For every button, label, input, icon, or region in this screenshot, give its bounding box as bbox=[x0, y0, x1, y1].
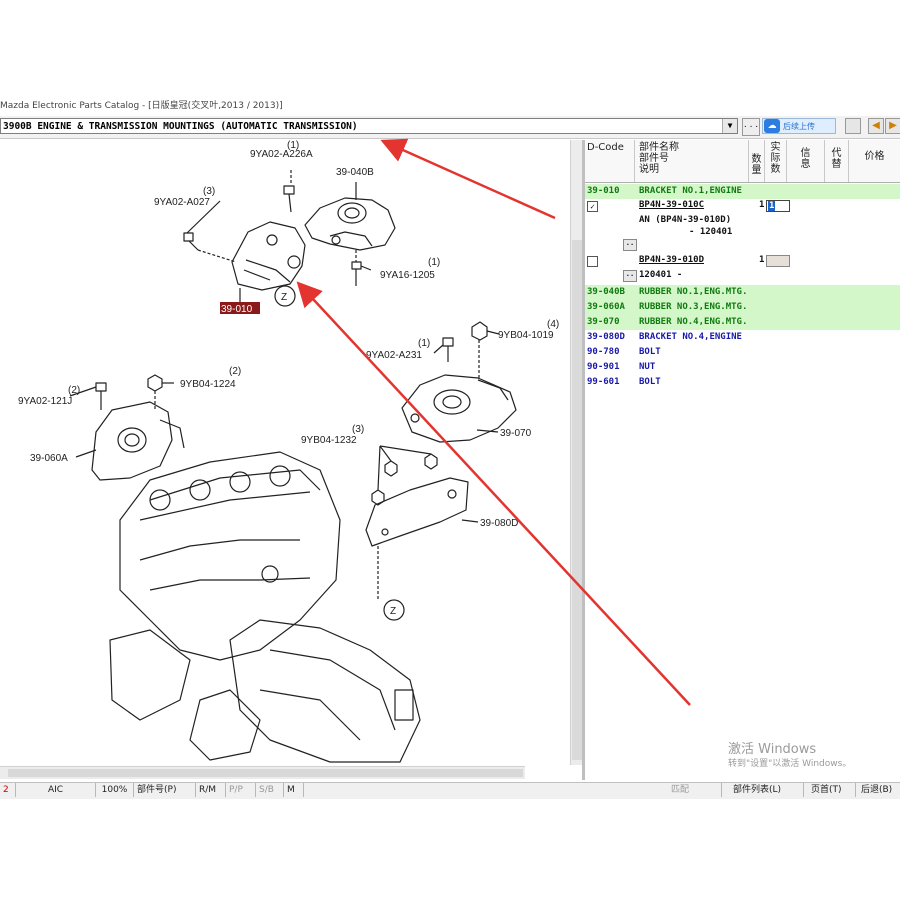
status-back[interactable]: 后退(B) bbox=[858, 783, 900, 797]
arrow-to-bracket bbox=[296, 281, 691, 706]
status-zoom[interactable]: 100% bbox=[96, 783, 134, 797]
status-pp[interactable]: P/P bbox=[226, 783, 256, 797]
status-top[interactable]: 页首(T) bbox=[808, 783, 856, 797]
status-bar: 2 AIC 100% 部件号(P) R/M P/P S/B M 匹配 部件列表(… bbox=[0, 782, 900, 799]
annotation-arrows bbox=[296, 138, 691, 706]
status-rm[interactable]: R/M bbox=[196, 783, 226, 797]
arrow-to-title bbox=[380, 138, 556, 220]
status-m[interactable]: M bbox=[284, 783, 304, 797]
status-match[interactable]: 匹配 bbox=[668, 783, 722, 797]
status-region: AIC bbox=[16, 783, 96, 797]
status-sb[interactable]: S/B bbox=[256, 783, 284, 797]
status-part-number[interactable]: 部件号(P) bbox=[134, 783, 196, 797]
status-parts-list[interactable]: 部件列表(L) bbox=[730, 783, 804, 797]
status-indicator: 2 bbox=[0, 783, 16, 797]
